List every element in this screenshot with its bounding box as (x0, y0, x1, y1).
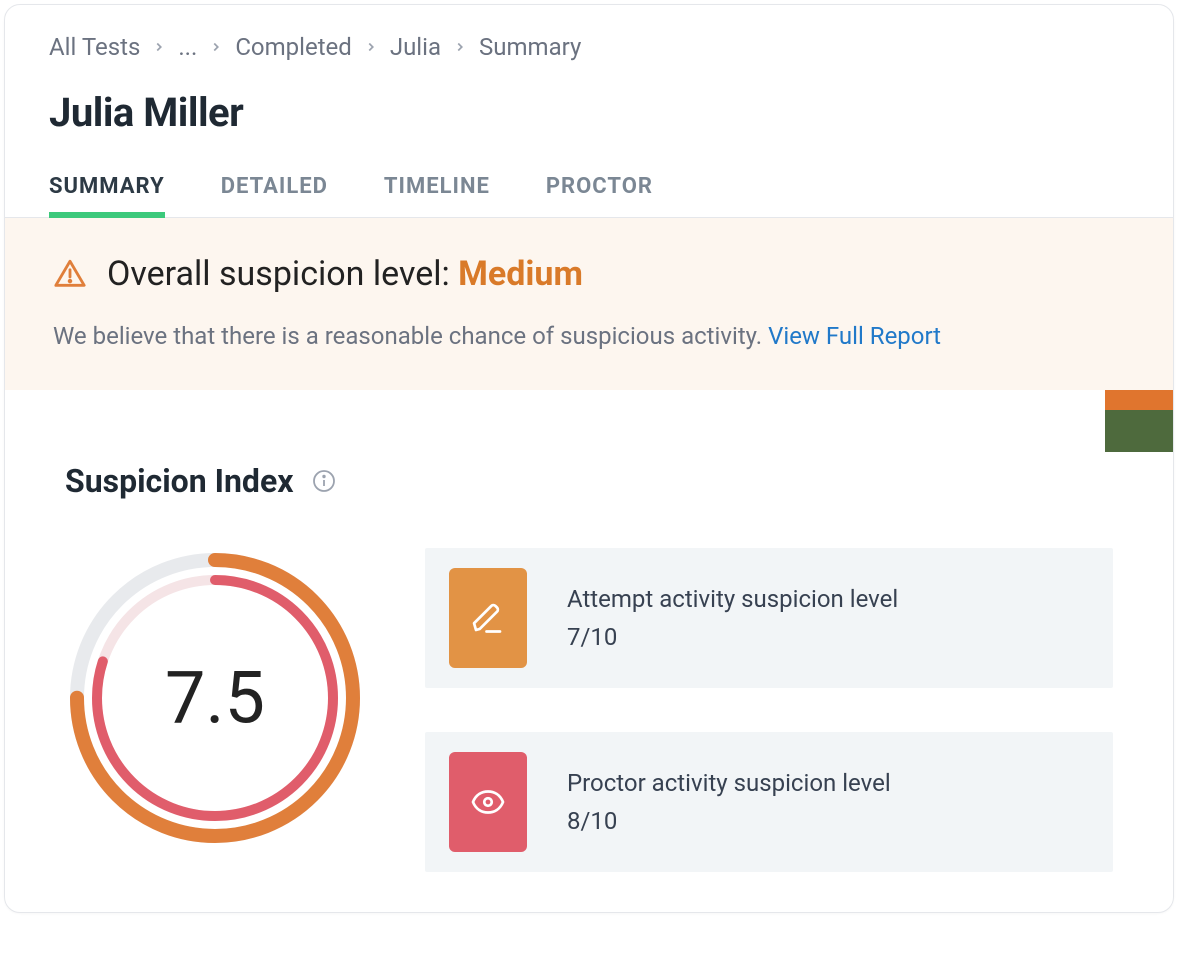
chevron-right-icon (209, 40, 223, 54)
breadcrumb-item[interactable]: Julia (390, 33, 441, 61)
breadcrumb: All Tests ... Completed Julia Summary (5, 5, 1173, 69)
chevron-right-icon (364, 40, 378, 54)
breadcrumb-item[interactable]: Summary (479, 33, 581, 61)
tabs: SUMMARY DETAILED TIMELINE PROCTOR (5, 164, 1173, 218)
pencil-icon (449, 568, 527, 668)
metric-label: Proctor activity suspicion level (567, 769, 891, 797)
metric-proctor-activity: Proctor activity suspicion level 8/10 (425, 732, 1113, 872)
view-full-report-link[interactable]: View Full Report (768, 322, 941, 350)
metric-label: Attempt activity suspicion level (567, 585, 898, 613)
chevron-right-icon (152, 40, 166, 54)
chevron-right-icon (453, 40, 467, 54)
suspicion-gauge: 7.5 (65, 548, 365, 848)
breadcrumb-item[interactable]: Completed (235, 33, 352, 61)
side-accent-green (1105, 410, 1173, 452)
tab-detailed[interactable]: DETAILED (221, 164, 328, 217)
banner-level: Medium (458, 254, 583, 294)
breadcrumb-item[interactable]: All Tests (49, 33, 140, 61)
suspicion-banner: Overall suspicion level: Medium We belie… (5, 218, 1173, 390)
warning-icon (53, 257, 87, 291)
eye-icon (449, 752, 527, 852)
banner-title: Overall suspicion level: Medium (107, 254, 583, 294)
metric-attempt-activity: Attempt activity suspicion level 7/10 (425, 548, 1113, 688)
metric-score: 7/10 (567, 623, 898, 651)
page-title: Julia Miller (5, 69, 1173, 164)
section-title: Suspicion Index (65, 462, 294, 500)
tab-summary[interactable]: SUMMARY (49, 164, 165, 217)
breadcrumb-item[interactable]: ... (178, 33, 197, 61)
info-icon[interactable] (312, 469, 336, 493)
tab-timeline[interactable]: TIMELINE (384, 164, 490, 217)
banner-title-prefix: Overall suspicion level: (107, 254, 458, 294)
tab-proctor[interactable]: PROCTOR (546, 164, 653, 217)
metric-score: 8/10 (567, 807, 891, 835)
banner-description: We believe that there is a reasonable ch… (53, 322, 768, 350)
gauge-value: 7.5 (165, 656, 265, 741)
